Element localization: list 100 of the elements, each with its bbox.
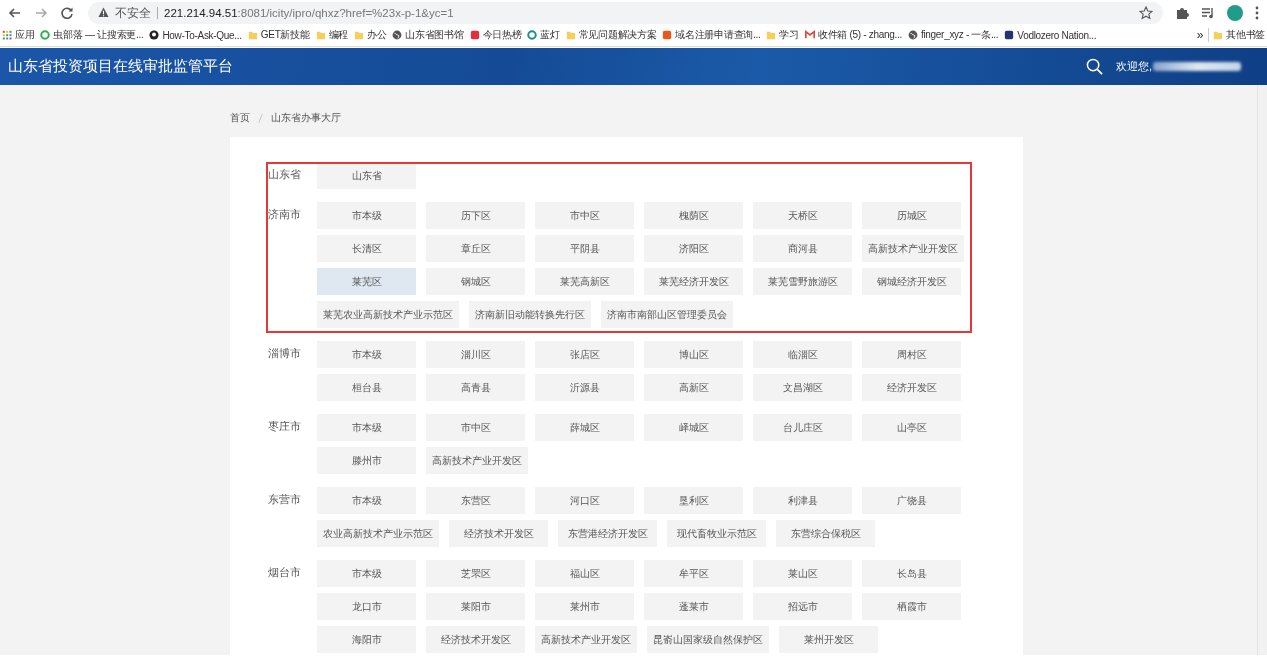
district-button[interactable]: 市中区 xyxy=(426,414,525,441)
more-bookmarks-button[interactable]: » xyxy=(1196,28,1204,42)
district-button[interactable]: 台儿庄区 xyxy=(753,414,852,441)
district-button[interactable]: 平阴县 xyxy=(535,235,634,262)
bookmark-item[interactable]: 学习 xyxy=(766,28,799,42)
district-button[interactable]: 莱山区 xyxy=(753,560,852,587)
bookmark-item[interactable]: 虫部落 — 让搜索更... xyxy=(40,28,144,42)
bookmark-item[interactable]: 蓝灯 xyxy=(527,28,560,42)
menu-icon[interactable] xyxy=(1255,5,1259,20)
district-button[interactable]: 市本级 xyxy=(317,487,416,514)
district-button[interactable]: 峄城区 xyxy=(644,414,743,441)
district-button[interactable]: 现代畜牧业示范区 xyxy=(667,520,766,547)
search-icon[interactable] xyxy=(1085,58,1103,75)
district-button[interactable]: 海阳市 xyxy=(317,626,416,653)
district-button[interactable]: 垦利区 xyxy=(644,487,743,514)
bookmark-item[interactable]: 山东省图书馆 xyxy=(392,28,464,42)
district-button[interactable]: 经济开发区 xyxy=(862,374,961,401)
district-button[interactable]: 历城区 xyxy=(862,202,961,229)
district-button[interactable]: 蓬莱市 xyxy=(644,593,743,620)
district-button[interactable]: 芝罘区 xyxy=(426,560,525,587)
bookmark-item[interactable]: 域名注册申请查询... xyxy=(662,28,761,42)
district-button[interactable]: 高新技术产业开发区 xyxy=(426,447,528,474)
district-button[interactable]: 山亭区 xyxy=(862,414,961,441)
bookmark-item[interactable]: 办公 xyxy=(353,28,387,42)
district-button[interactable]: 莱州市 xyxy=(535,593,634,620)
district-button[interactable]: 周村区 xyxy=(862,341,961,368)
district-button[interactable]: 农业高新技术产业示范区 xyxy=(317,520,439,547)
district-button[interactable]: 济南新旧动能转换先行区 xyxy=(469,301,591,328)
site-title[interactable]: 山东省投资项目在线审批监管平台 xyxy=(8,57,233,76)
district-button[interactable]: 章丘区 xyxy=(426,235,525,262)
district-button[interactable]: 莱芜经济开发区 xyxy=(644,268,743,295)
district-button[interactable]: 市中区 xyxy=(535,202,634,229)
district-button[interactable]: 钢城区 xyxy=(426,268,525,295)
back-icon[interactable] xyxy=(8,5,22,20)
district-button[interactable]: 莱阳市 xyxy=(426,593,525,620)
star-icon[interactable] xyxy=(1139,5,1153,20)
district-button[interactable]: 牟平区 xyxy=(644,560,743,587)
district-button[interactable]: 槐荫区 xyxy=(644,202,743,229)
breadcrumb-link[interactable]: 首页 xyxy=(230,111,250,125)
bookmark-item[interactable]: GET新技能 xyxy=(247,28,310,42)
district-button[interactable]: 长岛县 xyxy=(862,560,961,587)
district-button[interactable]: 龙口市 xyxy=(317,593,416,620)
district-button[interactable]: 滕州市 xyxy=(317,447,416,474)
district-button[interactable]: 利津县 xyxy=(753,487,852,514)
district-button[interactable]: 莱芜雪野旅游区 xyxy=(753,268,852,295)
district-button[interactable]: 天桥区 xyxy=(753,202,852,229)
district-button[interactable]: 张店区 xyxy=(535,341,634,368)
district-button[interactable]: 市本级 xyxy=(317,341,416,368)
district-button[interactable]: 经济技术开发区 xyxy=(426,626,525,653)
district-button[interactable]: 昆嵛山国家级自然保护区 xyxy=(647,626,769,653)
district-button[interactable]: 博山区 xyxy=(644,341,743,368)
district-button[interactable]: 历下区 xyxy=(426,202,525,229)
bookmark-item[interactable]: How-To-Ask-Que... xyxy=(149,28,242,42)
bookmark-item[interactable]: 应用 xyxy=(2,28,35,42)
district-button[interactable]: 莱芜高新区 xyxy=(535,268,634,295)
district-button[interactable]: 莱州开发区 xyxy=(779,626,878,653)
district-button[interactable]: 经济技术开发区 xyxy=(449,520,548,547)
district-button[interactable]: 高新技术产业开发区 xyxy=(535,626,637,653)
district-button[interactable]: 高青县 xyxy=(426,374,525,401)
district-button[interactable]: 广饶县 xyxy=(862,487,961,514)
district-button[interactable]: 长清区 xyxy=(317,235,416,262)
district-button[interactable]: 招远市 xyxy=(753,593,852,620)
district-button[interactable]: 市本级 xyxy=(317,560,416,587)
district-button[interactable]: 钢城经济开发区 xyxy=(862,268,961,295)
bookmark-item[interactable]: Vodlozero Nation... xyxy=(1004,28,1097,42)
district-button[interactable]: 东营港经济开发区 xyxy=(558,520,657,547)
district-button[interactable]: 济南市南部山区管理委员会 xyxy=(601,301,733,328)
bookmark-item[interactable]: 常见问题解决方案 xyxy=(565,28,657,42)
district-button[interactable]: 文昌湖区 xyxy=(753,374,852,401)
district-button[interactable]: 莱芜区 xyxy=(317,268,416,295)
breadcrumb-link[interactable]: 山东省办事大厅 xyxy=(271,111,341,125)
folder-icon xyxy=(1213,30,1224,40)
district-button[interactable]: 淄川区 xyxy=(426,341,525,368)
district-button[interactable]: 薛城区 xyxy=(535,414,634,441)
district-button[interactable]: 东营区 xyxy=(426,487,525,514)
district-button[interactable]: 临淄区 xyxy=(753,341,852,368)
puzzle-icon[interactable] xyxy=(1175,5,1189,20)
district-button[interactable]: 莱芜农业高新技术产业示范区 xyxy=(317,301,459,328)
bookmark-item[interactable]: 其他书签 xyxy=(1213,28,1265,42)
bookmark-item[interactable]: 编程 xyxy=(315,28,348,42)
district-button[interactable]: 东营综合保税区 xyxy=(776,520,875,547)
avatar-icon[interactable] xyxy=(1227,4,1243,21)
district-button[interactable]: 市本级 xyxy=(317,202,416,229)
district-button[interactable]: 市本级 xyxy=(317,414,416,441)
playlist-icon[interactable] xyxy=(1201,5,1215,20)
district-button[interactable]: 福山区 xyxy=(535,560,634,587)
district-button[interactable]: 栖霞市 xyxy=(862,593,961,620)
district-button[interactable]: 济阳区 xyxy=(644,235,743,262)
district-button[interactable]: 河口区 xyxy=(535,487,634,514)
bookmark-item[interactable]: 今日热榜 xyxy=(469,28,522,42)
district-button[interactable]: 沂源县 xyxy=(535,374,634,401)
district-button[interactable]: 桓台县 xyxy=(317,374,416,401)
bookmark-item[interactable]: finger_xyz - 一条... xyxy=(907,28,999,42)
district-button[interactable]: 高新区 xyxy=(644,374,743,401)
district-button[interactable]: 高新技术产业开发区 xyxy=(862,235,964,262)
address-bar[interactable]: 不安全 221.214.94.51:8081/icity/ipro/qhxz?href=%23x-p-1&yc=1 xyxy=(88,1,1163,24)
reload-icon[interactable] xyxy=(60,5,74,20)
district-button[interactable]: 山东省 xyxy=(317,162,416,189)
district-button[interactable]: 商河县 xyxy=(753,235,852,262)
bookmark-item[interactable]: 收件箱 (5) - zhang... xyxy=(804,28,902,42)
